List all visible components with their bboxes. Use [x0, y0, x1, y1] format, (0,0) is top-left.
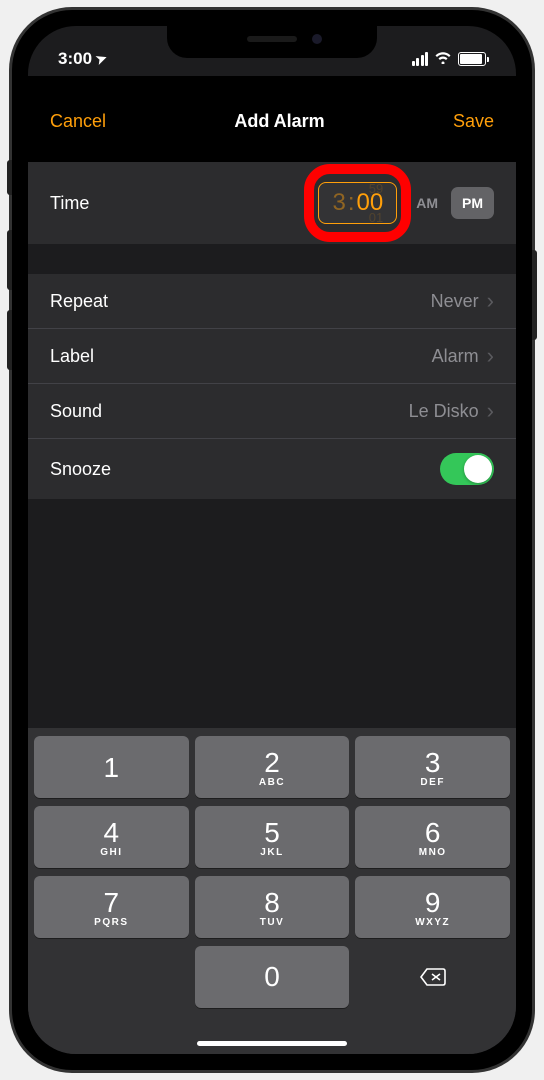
- key-8[interactable]: 8TUV: [195, 876, 350, 938]
- notch: [167, 26, 377, 58]
- battery-icon: [458, 52, 486, 66]
- label-value: Alarm: [432, 346, 479, 367]
- key-2[interactable]: 2ABC: [195, 736, 350, 798]
- chevron-right-icon: ›: [487, 288, 494, 314]
- label-label: Label: [50, 346, 432, 367]
- key-0[interactable]: 0: [195, 946, 350, 1008]
- status-time: 3:00: [58, 49, 92, 69]
- wifi-icon: [434, 49, 452, 69]
- am-button[interactable]: AM: [409, 187, 445, 219]
- repeat-row[interactable]: Repeat Never ›: [28, 274, 516, 329]
- pm-button[interactable]: PM: [451, 187, 494, 219]
- snooze-label: Snooze: [50, 459, 440, 480]
- chevron-right-icon: ›: [487, 343, 494, 369]
- time-colon: :: [348, 189, 355, 217]
- ampm-toggle: AM PM: [409, 187, 494, 219]
- numeric-keyboard: 1 2ABC 3DEF 4GHI 5JKL 6MNO 7PQRS 8TUV 9W…: [28, 728, 516, 1024]
- time-picker-wrap: 59 3 : 00 01: [318, 182, 397, 224]
- time-row: Time 59 3 : 00 01 AM PM: [28, 162, 516, 244]
- key-7[interactable]: 7PQRS: [34, 876, 189, 938]
- page-title: Add Alarm: [234, 111, 324, 132]
- content: Time 59 3 : 00 01 AM PM: [28, 162, 516, 1054]
- repeat-label: Repeat: [50, 291, 431, 312]
- key-blank: [34, 946, 189, 1008]
- sound-label: Sound: [50, 401, 409, 422]
- sound-row[interactable]: Sound Le Disko ›: [28, 384, 516, 439]
- key-3[interactable]: 3DEF: [355, 736, 510, 798]
- time-hour[interactable]: 3: [332, 189, 345, 217]
- location-icon: ➤: [94, 50, 110, 69]
- screen: 3:00 ➤ Cancel Add Alarm Save Time: [28, 26, 516, 1054]
- phone-frame: 3:00 ➤ Cancel Add Alarm Save Time: [12, 10, 532, 1070]
- label-row[interactable]: Label Alarm ›: [28, 329, 516, 384]
- key-6[interactable]: 6MNO: [355, 806, 510, 868]
- snooze-row: Snooze: [28, 439, 516, 499]
- time-picker[interactable]: 59 3 : 00 01: [318, 182, 397, 224]
- snooze-toggle[interactable]: [440, 453, 494, 485]
- nav-bar: Cancel Add Alarm Save: [28, 76, 516, 162]
- signal-icon: [412, 52, 429, 66]
- cancel-button[interactable]: Cancel: [50, 111, 106, 132]
- key-9[interactable]: 9WXYZ: [355, 876, 510, 938]
- key-4[interactable]: 4GHI: [34, 806, 189, 868]
- chevron-right-icon: ›: [487, 398, 494, 424]
- backspace-key[interactable]: [355, 946, 510, 1008]
- repeat-value: Never: [431, 291, 479, 312]
- key-5[interactable]: 5JKL: [195, 806, 350, 868]
- home-indicator[interactable]: [197, 1041, 347, 1046]
- time-label: Time: [50, 193, 318, 214]
- time-ghost-next: 01: [369, 210, 383, 224]
- key-1[interactable]: 1: [34, 736, 189, 798]
- save-button[interactable]: Save: [453, 111, 494, 132]
- time-ghost-prev: 59: [369, 182, 383, 196]
- backspace-icon: [419, 967, 447, 987]
- sound-value: Le Disko: [409, 401, 479, 422]
- settings-list: Repeat Never › Label Alarm › Sound Le Di…: [28, 274, 516, 499]
